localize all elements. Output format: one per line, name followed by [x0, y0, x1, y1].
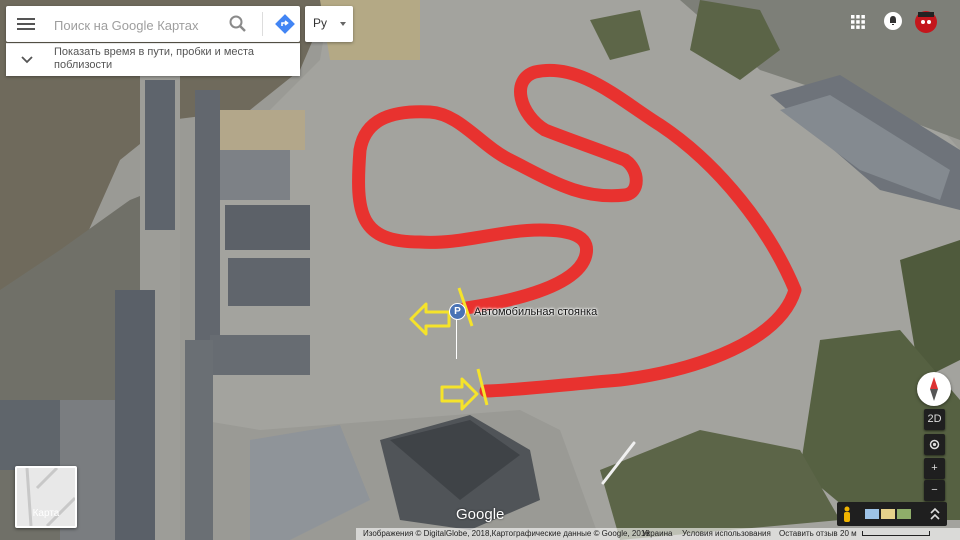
- scale-bar: [862, 531, 930, 536]
- place-label[interactable]: Автомобильная стоянка: [474, 306, 597, 318]
- expand-icon[interactable]: [927, 506, 943, 522]
- layers-label: Карта: [32, 508, 60, 519]
- zoom-out-button[interactable]: −: [924, 480, 945, 501]
- terms-link[interactable]: Условия использования: [682, 528, 771, 540]
- language-selector[interactable]: Ру: [305, 6, 353, 42]
- pegman-icon[interactable]: [842, 506, 852, 522]
- satellite-map[interactable]: [0, 0, 960, 540]
- parking-pin-icon[interactable]: P: [449, 303, 466, 320]
- country-link[interactable]: Украина: [642, 528, 672, 540]
- apps-grid-icon[interactable]: [851, 15, 865, 29]
- zoom-in-button[interactable]: +: [924, 458, 945, 479]
- dropdown-arrow-icon: [340, 22, 346, 26]
- search-input[interactable]: [52, 12, 226, 38]
- notifications-icon[interactable]: [884, 12, 902, 30]
- compass-icon[interactable]: [917, 372, 951, 406]
- scale-label: 20 м: [840, 529, 857, 538]
- my-location-icon[interactable]: [924, 434, 945, 455]
- imagery-credits: Изображения © DigitalGlobe, 2018,Картогр…: [363, 529, 650, 538]
- menu-icon[interactable]: [16, 15, 36, 33]
- google-logo: Google: [456, 506, 505, 523]
- directions-icon[interactable]: [274, 13, 296, 35]
- search-separator: [262, 12, 263, 36]
- search-icon[interactable]: [228, 14, 248, 34]
- chevron-down-icon[interactable]: [20, 54, 34, 66]
- suggestion-panel[interactable]: Показать время в пути, пробки и места по…: [6, 43, 300, 76]
- suggestion-text[interactable]: Показать время в пути, пробки и места по…: [54, 46, 294, 72]
- language-label: Ру: [313, 16, 328, 30]
- imagery-thumbnails[interactable]: [865, 509, 911, 519]
- feedback-link[interactable]: Оставить отзыв: [779, 528, 838, 540]
- layers-toggle-button[interactable]: Карта: [15, 466, 77, 528]
- mode-2d-button[interactable]: 2D: [924, 409, 945, 430]
- user-avatar-icon[interactable]: [912, 8, 940, 34]
- bottom-toolbar: [837, 502, 947, 526]
- pin-stem: [456, 319, 457, 359]
- search-box: [6, 6, 300, 42]
